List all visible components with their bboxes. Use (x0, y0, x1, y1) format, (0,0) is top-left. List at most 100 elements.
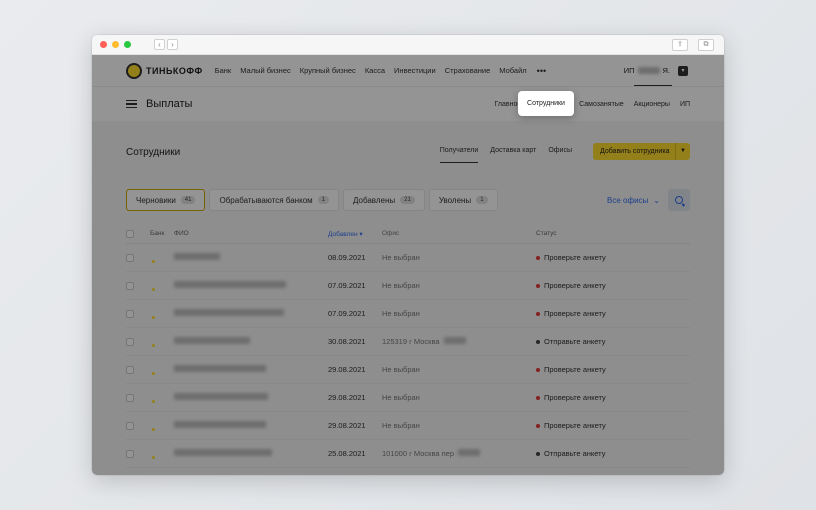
col-office: Офис (382, 230, 400, 237)
table-row[interactable]: 30.08.2021 125319 г Москва Отправьте анкет… (126, 328, 690, 356)
row-status: Проверьте анкету (536, 421, 690, 430)
status-dot-icon (536, 423, 540, 428)
highlighted-tab-employees[interactable]: Сотрудники (518, 91, 574, 116)
row-office-text: 101000 г Москва пер (382, 449, 455, 458)
maximize-window-button[interactable] (124, 41, 131, 48)
col-date-sort[interactable]: Добавлен ▾ (328, 230, 382, 238)
table-row[interactable]: 25.08.2021 101000 г Москва пер Отправьте а… (126, 440, 690, 468)
filter-label: Уволены (438, 195, 472, 205)
row-office: Не выбран (382, 309, 536, 318)
minimize-window-button[interactable] (112, 41, 119, 48)
top-nav-item[interactable]: Мобайл (499, 66, 526, 75)
account-suffix: Я. (662, 66, 671, 75)
section-tabs: Получатели Доставка карт Офисы (439, 147, 572, 163)
row-status-text[interactable]: Проверьте анкету (544, 309, 606, 318)
col-name: ФИО (174, 230, 189, 237)
row-office: 125319 г Москва (382, 337, 536, 346)
filter-pill[interactable]: Уволены 1 (428, 189, 498, 211)
row-checkbox[interactable] (126, 281, 134, 290)
row-name-redacted (174, 309, 328, 318)
brand-name: ТИНЬКОФФ (146, 65, 203, 76)
top-nav-item[interactable]: Инвестиции (394, 66, 436, 75)
row-checkbox[interactable] (126, 365, 134, 374)
section-tab[interactable]: Получатели (439, 147, 479, 163)
select-all-checkbox[interactable] (126, 229, 134, 238)
row-checkbox[interactable] (126, 309, 134, 318)
row-checkbox[interactable] (126, 421, 134, 430)
page: ТИНЬКОФФ Банк Малый бизнес Крупный бизнес К… (92, 55, 724, 475)
brand-logo[interactable]: ТИНЬКОФФ (126, 62, 203, 79)
logo-shield-icon (126, 62, 142, 79)
add-employee-button[interactable]: Добавить сотрудника ▼ (593, 143, 690, 160)
table-row[interactable]: 29.08.2021 Не выбран Проверьте анкету (126, 384, 690, 412)
account-underline (634, 85, 672, 86)
top-navigation: ТИНЬКОФФ Банк Малый бизнес Крупный бизнес К… (92, 55, 724, 87)
top-nav-item[interactable]: Малый бизнес (240, 66, 291, 75)
more-menu-icon[interactable]: ••• (537, 66, 546, 76)
tabs-overview-button[interactable]: ⧉ (698, 39, 714, 51)
row-checkbox[interactable] (126, 449, 134, 458)
subnav-tab[interactable]: ИП (680, 101, 690, 108)
row-office: Не выбран (382, 393, 536, 402)
section-tab[interactable]: Доставка карт (490, 147, 536, 163)
filter-pill[interactable]: Добавлены 21 (342, 189, 425, 211)
top-nav-item[interactable]: Крупный бизнес (300, 66, 356, 75)
employees-table: Банк ФИО Добавлен ▾ Офис Статус 08.09.20… (126, 224, 690, 468)
sub-navigation: Выплаты ГлавноеСотрудникиСамозанятыеАкци… (92, 87, 724, 121)
row-status-text[interactable]: Отправьте анкету (544, 449, 605, 458)
row-date: 29.08.2021 (328, 365, 366, 374)
browser-window: ‹ › ⇪ ⧉ ТИНЬКОФФ Банк Малый бизнес Крупный… (92, 35, 724, 475)
row-status: Проверьте анкету (536, 365, 690, 374)
table-row[interactable]: 07.09.2021 Не выбран Проверьте анкету (126, 300, 690, 328)
row-check-cell (126, 281, 150, 290)
row-status-text[interactable]: Проверьте анкету (544, 253, 606, 262)
row-office: Не выбран (382, 253, 536, 262)
table-row[interactable]: 08.09.2021 Не выбран Проверьте анкету (126, 244, 690, 272)
row-office-text: Не выбран (382, 365, 420, 374)
table-row[interactable]: 07.09.2021 Не выбран Проверьте анкету (126, 272, 690, 300)
offices-filter[interactable]: Все офисы ⌄ (607, 196, 660, 205)
hamburger-menu-icon[interactable] (126, 100, 137, 108)
share-button[interactable]: ⇪ (672, 39, 688, 51)
filter-label: Черновики (136, 195, 176, 205)
section-title: Сотрудники (126, 146, 181, 158)
row-check-cell (126, 421, 150, 430)
subnav-tab[interactable]: Самозанятые (579, 101, 624, 108)
filter-pill[interactable]: Черновики 41 (126, 189, 206, 211)
account-menu[interactable]: ИП Я. (624, 66, 670, 75)
row-office-text: Не выбран (382, 309, 420, 318)
name-redacted (174, 281, 286, 288)
forward-button[interactable]: › (167, 39, 178, 50)
filter-label: Добавлены (352, 195, 396, 205)
top-nav-item[interactable]: Касса (365, 66, 385, 75)
add-employee-chevron-icon[interactable]: ▼ (675, 143, 690, 160)
row-checkbox[interactable] (126, 253, 134, 262)
back-button[interactable]: ‹ (154, 39, 165, 50)
row-checkbox[interactable] (126, 393, 134, 402)
filter-count-badge: 1 (476, 196, 488, 204)
row-status-text[interactable]: Проверьте анкету (544, 393, 606, 402)
row-status-text[interactable]: Проверьте анкету (544, 421, 606, 430)
top-nav-item[interactable]: Банк (215, 66, 232, 75)
close-window-button[interactable] (100, 41, 107, 48)
table-row[interactable]: 29.08.2021 Не выбран Проверьте анкету (126, 356, 690, 384)
account-chevron-icon[interactable]: ▾ (678, 66, 688, 76)
row-status-text[interactable]: Отправьте анкету (544, 337, 605, 346)
filter-count-badge: 41 (180, 196, 196, 204)
row-check-cell (126, 309, 150, 318)
search-button[interactable] (668, 189, 690, 211)
row-status-text[interactable]: Проверьте анкету (544, 281, 606, 290)
row-checkbox[interactable] (126, 337, 134, 346)
row-office-text: Не выбран (382, 253, 420, 262)
top-nav-item[interactable]: Страхование (445, 66, 491, 75)
account-prefix: ИП (623, 66, 635, 75)
row-status-text[interactable]: Проверьте анкету (544, 365, 606, 374)
subnav-tab[interactable]: Акционеры (634, 101, 670, 108)
section-tab[interactable]: Офисы (548, 147, 572, 163)
filter-pill[interactable]: Обрабатываются банком 1 (209, 189, 339, 211)
row-check-cell (126, 365, 150, 374)
status-dot-icon (536, 367, 540, 372)
chevron-down-icon: ⌄ (653, 196, 660, 205)
row-status: Проверьте анкету (536, 281, 690, 290)
table-row[interactable]: 29.08.2021 Не выбран Проверьте анкету (126, 412, 690, 440)
